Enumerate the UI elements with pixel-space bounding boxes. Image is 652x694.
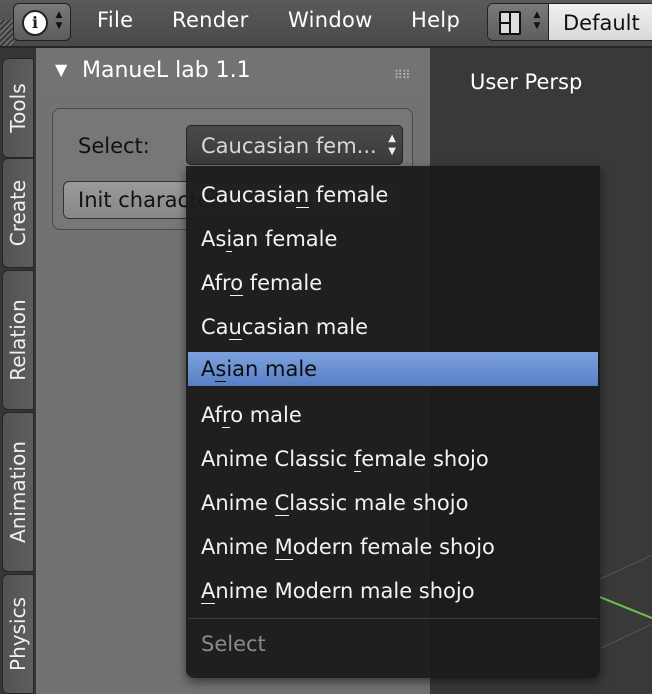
character-dropdown-menu: Caucasian female Asian female Afro femal… — [186, 166, 600, 678]
panel-header[interactable]: ▼ ManueL lab 1.1 ⠿⠿ — [36, 48, 430, 96]
menu-item-caucasian-male[interactable]: Caucasian male — [186, 310, 600, 344]
tab-label: Create — [6, 179, 30, 247]
tab-label: Animation — [6, 441, 30, 543]
menu-item-anime-classic-male-shojo[interactable]: Anime Classic male shojo — [186, 486, 600, 520]
tab-tools[interactable]: Tools — [2, 58, 34, 158]
item-text: o male — [230, 403, 302, 427]
item-hotkey: s — [215, 357, 227, 382]
screen-layout-icon-button[interactable]: ▲ ▼ — [488, 4, 549, 40]
menu-item-asian-male[interactable]: Asian male — [188, 352, 598, 386]
item-text: ian male — [226, 357, 318, 381]
item-text: emale shojo — [361, 447, 489, 471]
character-select-dropdown[interactable]: Caucasian fem... ▲ ▼ — [186, 125, 403, 165]
menu-item-anime-classic-female-shojo[interactable]: Anime Classic female shojo — [186, 442, 600, 476]
screen-layout-name[interactable]: Default — [549, 4, 652, 40]
item-text: Anime Classic — [201, 447, 354, 471]
item-text: odern female shojo — [292, 535, 495, 559]
menu-file[interactable]: File — [97, 8, 133, 32]
dropdown-title: Select — [201, 632, 266, 656]
menu-item-afro-male[interactable]: Afro male — [186, 398, 600, 432]
item-text: female — [309, 183, 389, 207]
menu-item-caucasian-female[interactable]: Caucasian female — [186, 178, 600, 212]
updown-arrows-icon: ▲ ▼ — [533, 10, 541, 31]
item-text: an female — [232, 227, 338, 251]
tab-label: Tools — [6, 83, 30, 133]
tab-create[interactable]: Create — [2, 158, 34, 268]
item-hotkey: C — [274, 491, 290, 516]
item-hotkey: n — [295, 183, 310, 208]
screen-layout-selector[interactable]: ▲ ▼ Default — [487, 3, 652, 41]
grid-line — [600, 614, 652, 649]
menu-item-anime-modern-male-shojo[interactable]: Anime Modern male shojo — [186, 574, 600, 608]
menu-render[interactable]: Render — [172, 8, 249, 32]
item-text: Af — [201, 403, 223, 427]
menu-window[interactable]: Window — [288, 8, 373, 32]
item-text: Anime — [201, 535, 275, 559]
item-text: casian male — [241, 315, 368, 339]
updown-arrows-icon: ▲ ▼ — [55, 10, 63, 31]
item-text: As — [201, 227, 227, 251]
item-text: Afr — [201, 271, 231, 295]
tab-label: Physics — [6, 597, 30, 671]
menu-separator — [188, 618, 598, 619]
panel-title: ManueL lab 1.1 — [82, 58, 251, 83]
menu-item-afro-female[interactable]: Afro female — [186, 266, 600, 300]
item-text: female — [243, 271, 323, 295]
viewport-view-label: User Persp — [470, 70, 583, 94]
menu-item-asian-female[interactable]: Asian female — [186, 222, 600, 256]
tab-relation[interactable]: Relation — [2, 270, 34, 410]
item-hotkey: M — [274, 535, 293, 560]
menu-help[interactable]: Help — [411, 8, 460, 32]
info-icon: i — [22, 10, 48, 36]
item-text: Anime — [201, 491, 275, 515]
editor-type-selector[interactable]: i ▲ ▼ — [13, 3, 71, 41]
item-text: lassic male shojo — [289, 491, 469, 515]
item-hotkey: A — [201, 579, 216, 604]
tab-label: Relation — [6, 299, 30, 381]
item-text: Ca — [201, 315, 229, 339]
layout-icon — [499, 11, 521, 35]
top-header-bar: i ▲ ▼ File Render Window Help ▲ ▼ Default — [0, 0, 652, 48]
select-label: Select: — [78, 134, 150, 158]
collapse-triangle-icon[interactable]: ▼ — [55, 60, 67, 79]
select-value: Caucasian fem... — [201, 134, 377, 158]
menu-item-anime-modern-female-shojo[interactable]: Anime Modern female shojo — [186, 530, 600, 564]
drag-grip-icon[interactable]: ⠿⠿ — [394, 68, 411, 82]
item-text: nime Modern male shojo — [215, 579, 475, 603]
toolshelf-tabs: Tools Create Relation Animation Physics — [0, 48, 36, 694]
y-axis-line — [599, 596, 652, 625]
tab-physics[interactable]: Physics — [2, 574, 34, 694]
item-text: Caucasia — [201, 183, 296, 207]
item-hotkey: o — [230, 271, 244, 296]
tab-animation[interactable]: Animation — [2, 412, 34, 572]
updown-arrows-icon: ▲ ▼ — [388, 133, 396, 157]
item-text: A — [201, 357, 216, 381]
item-hotkey: r — [222, 403, 231, 428]
item-hotkey: u — [228, 315, 242, 340]
area-corner-handle[interactable] — [0, 20, 14, 46]
